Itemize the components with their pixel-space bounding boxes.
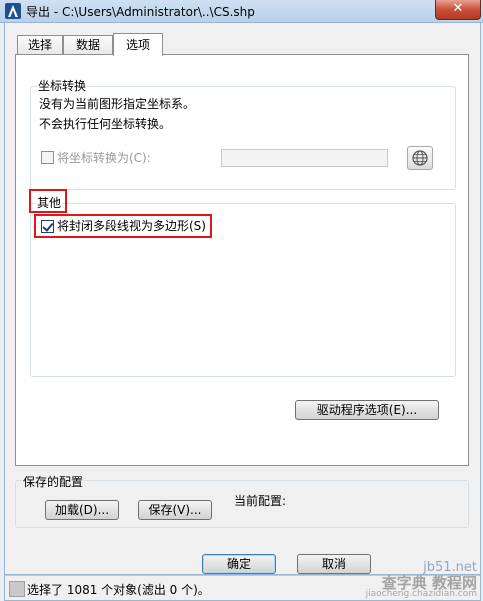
saved-config-label: 保存的配置: [22, 473, 85, 490]
tab-select[interactable]: 选择: [17, 35, 63, 55]
globe-icon: [412, 150, 428, 166]
driver-options-label: 驱动程序选项(E)...: [316, 403, 418, 417]
convert-coords-label: 将坐标转换为(C):: [57, 151, 151, 165]
coord-system-field[interactable]: [221, 149, 388, 167]
save-config-label: 保存(V)...: [148, 503, 202, 517]
options-tab-panel: 坐标转换 没有为当前图形指定坐标系。 不会执行任何坐标转换。 将坐标转换为(C)…: [15, 54, 469, 466]
other-label-highlight: [29, 189, 67, 213]
current-config-label: 当前配置:: [234, 494, 287, 508]
close-icon: ✕: [452, 1, 464, 16]
tab-data[interactable]: 数据: [63, 35, 113, 55]
save-config-button[interactable]: 保存(V)...: [138, 500, 212, 520]
tab-options[interactable]: 选项: [113, 33, 163, 56]
coord-info-line2: 不会执行任何坐标转换。: [39, 117, 172, 131]
cancel-button[interactable]: 取消: [297, 554, 371, 574]
cancel-label: 取消: [321, 557, 346, 571]
ok-button[interactable]: 确定: [202, 554, 276, 574]
convert-coords-checkbox[interactable]: [41, 151, 54, 164]
load-config-label: 加载(D)...: [54, 503, 110, 517]
title-bar: 导出 - C:\Users\Administrator\..\CS.shp ✕: [0, 0, 483, 23]
autocad-app-icon: [5, 3, 21, 19]
coord-system-picker-button[interactable]: [407, 146, 433, 170]
ok-label: 确定: [226, 557, 251, 571]
close-button[interactable]: ✕: [435, 0, 481, 20]
coord-group-label: 坐标转换: [37, 77, 88, 94]
status-text: 选择了 1081 个对象(滤出 0 个)。: [27, 583, 210, 597]
window-title: 导出 - C:\Users\Administrator\..\CS.shp: [26, 5, 255, 19]
tab-select-label: 选择: [27, 38, 52, 52]
tab-options-label: 选项: [125, 38, 150, 52]
status-icon: [9, 581, 25, 597]
coord-info-line1: 没有为当前图形指定坐标系。: [39, 97, 196, 111]
load-config-button[interactable]: 加载(D)...: [45, 500, 119, 520]
tab-data-label: 数据: [75, 38, 100, 52]
checkbox-highlight: [34, 214, 212, 238]
driver-options-button[interactable]: 驱动程序选项(E)...: [295, 400, 439, 420]
watermark-url: jiaocheng.chazidian.com: [365, 589, 477, 599]
